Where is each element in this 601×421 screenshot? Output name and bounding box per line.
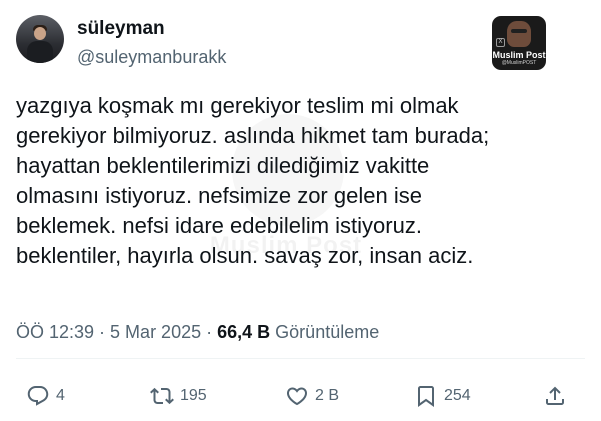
divider: [16, 358, 585, 359]
tweet-line: yazgıya koşmak mı gerekiyor teslim mi ol…: [16, 93, 459, 118]
repost-button[interactable]: 195: [150, 384, 207, 408]
reply-button[interactable]: 4: [26, 384, 65, 408]
repost-count: 195: [180, 387, 207, 404]
avatar[interactable]: [16, 15, 64, 63]
avatar-body: [27, 41, 53, 63]
views-count: 66,4 B: [217, 322, 271, 342]
tweet-card: süleyman @suleymanburakk X Muslim Post @…: [0, 0, 601, 421]
tweet-line: gerekiyor bilmiyoruz. aslında hikmet tam…: [16, 123, 490, 148]
meta-separator: ·: [94, 322, 111, 342]
like-button[interactable]: 2 B: [285, 384, 339, 408]
avatar-head: [34, 27, 46, 40]
tweet-line: beklentiler, hayırla olsun. savaş zor, i…: [16, 243, 474, 268]
share-icon: [546, 386, 564, 405]
bookmark-icon: [418, 386, 434, 407]
x-icon: X: [496, 38, 505, 47]
user-handle[interactable]: @suleymanburakk: [77, 45, 226, 69]
meta-separator: ·: [201, 322, 218, 342]
bookmark-count: 254: [444, 387, 471, 404]
share-button[interactable]: [543, 384, 567, 408]
heart-icon: [286, 387, 308, 406]
repost-icon: [150, 387, 174, 405]
tweet-time[interactable]: ÖÖ 12:39: [16, 322, 94, 342]
reply-count: 4: [56, 387, 65, 404]
tweet-date[interactable]: 5 Mar 2025: [110, 322, 201, 342]
tweet-meta: ÖÖ 12:39 · 5 Mar 2025 · 66,4 B Görüntüle…: [16, 321, 379, 343]
tweet-line: hayattan beklentilerimizi dilediğimiz va…: [16, 153, 430, 178]
views-label: Görüntüleme: [275, 322, 380, 342]
muslim-post-logo: X Muslim Post @MuslimPOST: [492, 16, 546, 70]
bookmark-button[interactable]: 254: [414, 384, 471, 408]
logo-title: Muslim Post: [492, 50, 546, 60]
tweet-line: olmasını istiyoruz. nefsimize zor gelen …: [16, 183, 422, 208]
reply-icon: [27, 386, 49, 406]
like-count: 2 B: [315, 387, 340, 404]
logo-subtitle: @MuslimPOST: [501, 60, 537, 66]
tweet-text: yazgıya koşmak mı gerekiyor teslim mi ol…: [16, 91, 556, 271]
display-name[interactable]: süleyman: [77, 17, 165, 41]
tweet-line: beklemek. nefsi idare edebilelim istiyor…: [16, 213, 422, 238]
logo-portrait: [507, 21, 531, 47]
